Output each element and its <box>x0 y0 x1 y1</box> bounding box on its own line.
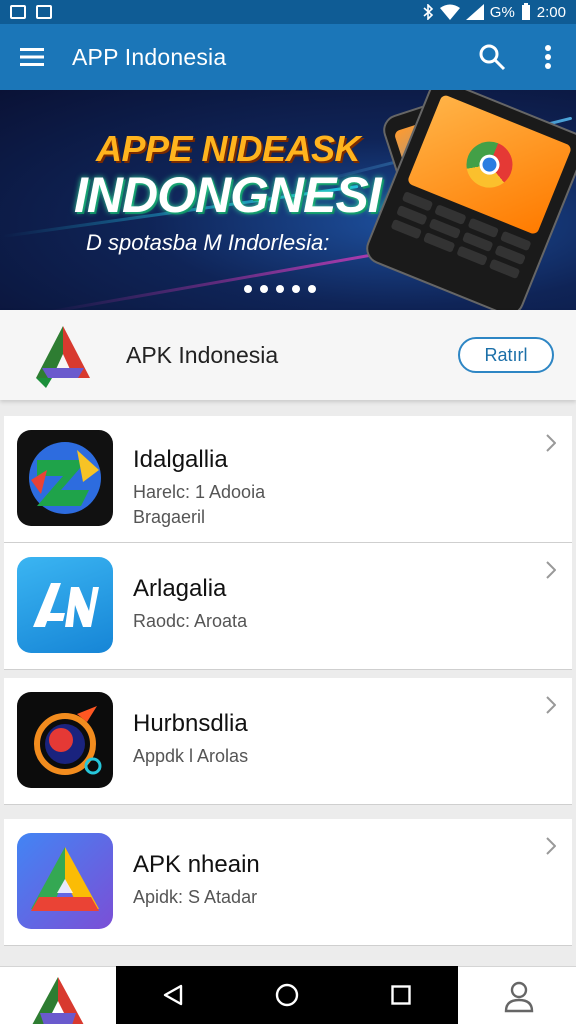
app-category: Bragaeril <box>133 507 206 527</box>
featured-app-name: APK Indonesia <box>126 341 279 368</box>
home-tab[interactable] <box>28 973 88 1024</box>
back-triangle-icon <box>163 984 183 1006</box>
app-title: Hurbnsdlia <box>133 710 248 737</box>
home-circle-icon <box>275 983 299 1007</box>
app-subtitle: Raodc: Aroata <box>133 611 248 631</box>
app-icon <box>17 430 113 526</box>
app-title: APK nheain <box>133 851 260 878</box>
bluetooth-icon <box>422 4 434 20</box>
banner-subtitle: D spotasba M Indorlesia: <box>86 230 330 255</box>
cell-signal-icon <box>465 4 484 20</box>
chevron-right-icon <box>546 434 556 452</box>
app-subtitle: Harelc: 1 Adooia <box>133 482 266 502</box>
promo-banner[interactable]: APPE NIDEASK INDONGNESIA D spotasba M In… <box>0 90 576 310</box>
notification-icon <box>10 5 26 19</box>
carousel-indicator[interactable] <box>244 285 316 293</box>
chevron-right-icon <box>546 837 556 855</box>
carousel-dot[interactable] <box>308 285 316 293</box>
apk-indonesia-logo <box>36 326 90 388</box>
list-item[interactable]: Hurbnsdlia Appdk l Arolas <box>4 678 572 805</box>
list-item[interactable]: Arlagalia Raodc: Aroata <box>4 543 572 670</box>
chevron-right-icon <box>546 561 556 579</box>
app-subtitle: Apidk: S Atadar <box>133 887 258 907</box>
carousel-dot[interactable] <box>244 285 252 293</box>
wifi-icon <box>439 4 460 20</box>
banner-headline: APPE NIDEASK <box>96 128 361 169</box>
app-title: Arlagalia <box>133 575 227 602</box>
home-button[interactable] <box>257 966 317 1024</box>
image-notification-icon <box>36 5 52 19</box>
app-title: Idalgallia <box>133 446 228 473</box>
app-icon <box>17 557 113 653</box>
battery-icon <box>521 3 531 21</box>
search-button[interactable] <box>464 24 520 90</box>
banner-title: INDONGNESIA <box>74 167 417 223</box>
app-icon <box>17 833 113 929</box>
carousel-dot[interactable] <box>260 285 268 293</box>
featured-app-header: APK Indonesia Ratırl <box>0 310 576 400</box>
back-button[interactable] <box>143 966 203 1024</box>
browser-icon <box>459 134 520 195</box>
more-vert-icon <box>545 45 551 69</box>
rate-button[interactable]: Ratırl <box>458 337 554 373</box>
clock: 2:00 <box>536 3 566 21</box>
status-bar: G% 2:00 <box>0 0 576 24</box>
app-icon <box>17 692 113 788</box>
list-item[interactable]: Idalgallia Harelc: 1 Adooia Bragaeril <box>4 416 572 543</box>
list-item[interactable]: APK nheain Apidk: S Atadar <box>4 819 572 946</box>
search-icon <box>479 44 506 71</box>
carousel-dot[interactable] <box>292 285 300 293</box>
system-navigation-bar <box>116 966 458 1024</box>
menu-button[interactable] <box>0 24 64 90</box>
app-bar: APP Indonesia <box>0 24 576 90</box>
profile-tab[interactable] <box>496 977 542 1017</box>
more-options-button[interactable] <box>520 24 576 90</box>
recents-button[interactable] <box>371 966 431 1024</box>
chevron-right-icon <box>546 696 556 714</box>
app-list: Idalgallia Harelc: 1 Adooia Bragaeril Ar… <box>4 416 572 946</box>
apk-logo-icon <box>32 977 84 1024</box>
app-subtitle: Appdk l Arolas <box>133 746 249 766</box>
menu-icon <box>20 48 44 66</box>
recents-square-icon <box>391 985 411 1005</box>
page-title: APP Indonesia <box>72 43 227 70</box>
person-icon <box>504 981 534 1013</box>
signal-text: G% <box>489 3 515 21</box>
carousel-dot[interactable] <box>276 285 284 293</box>
